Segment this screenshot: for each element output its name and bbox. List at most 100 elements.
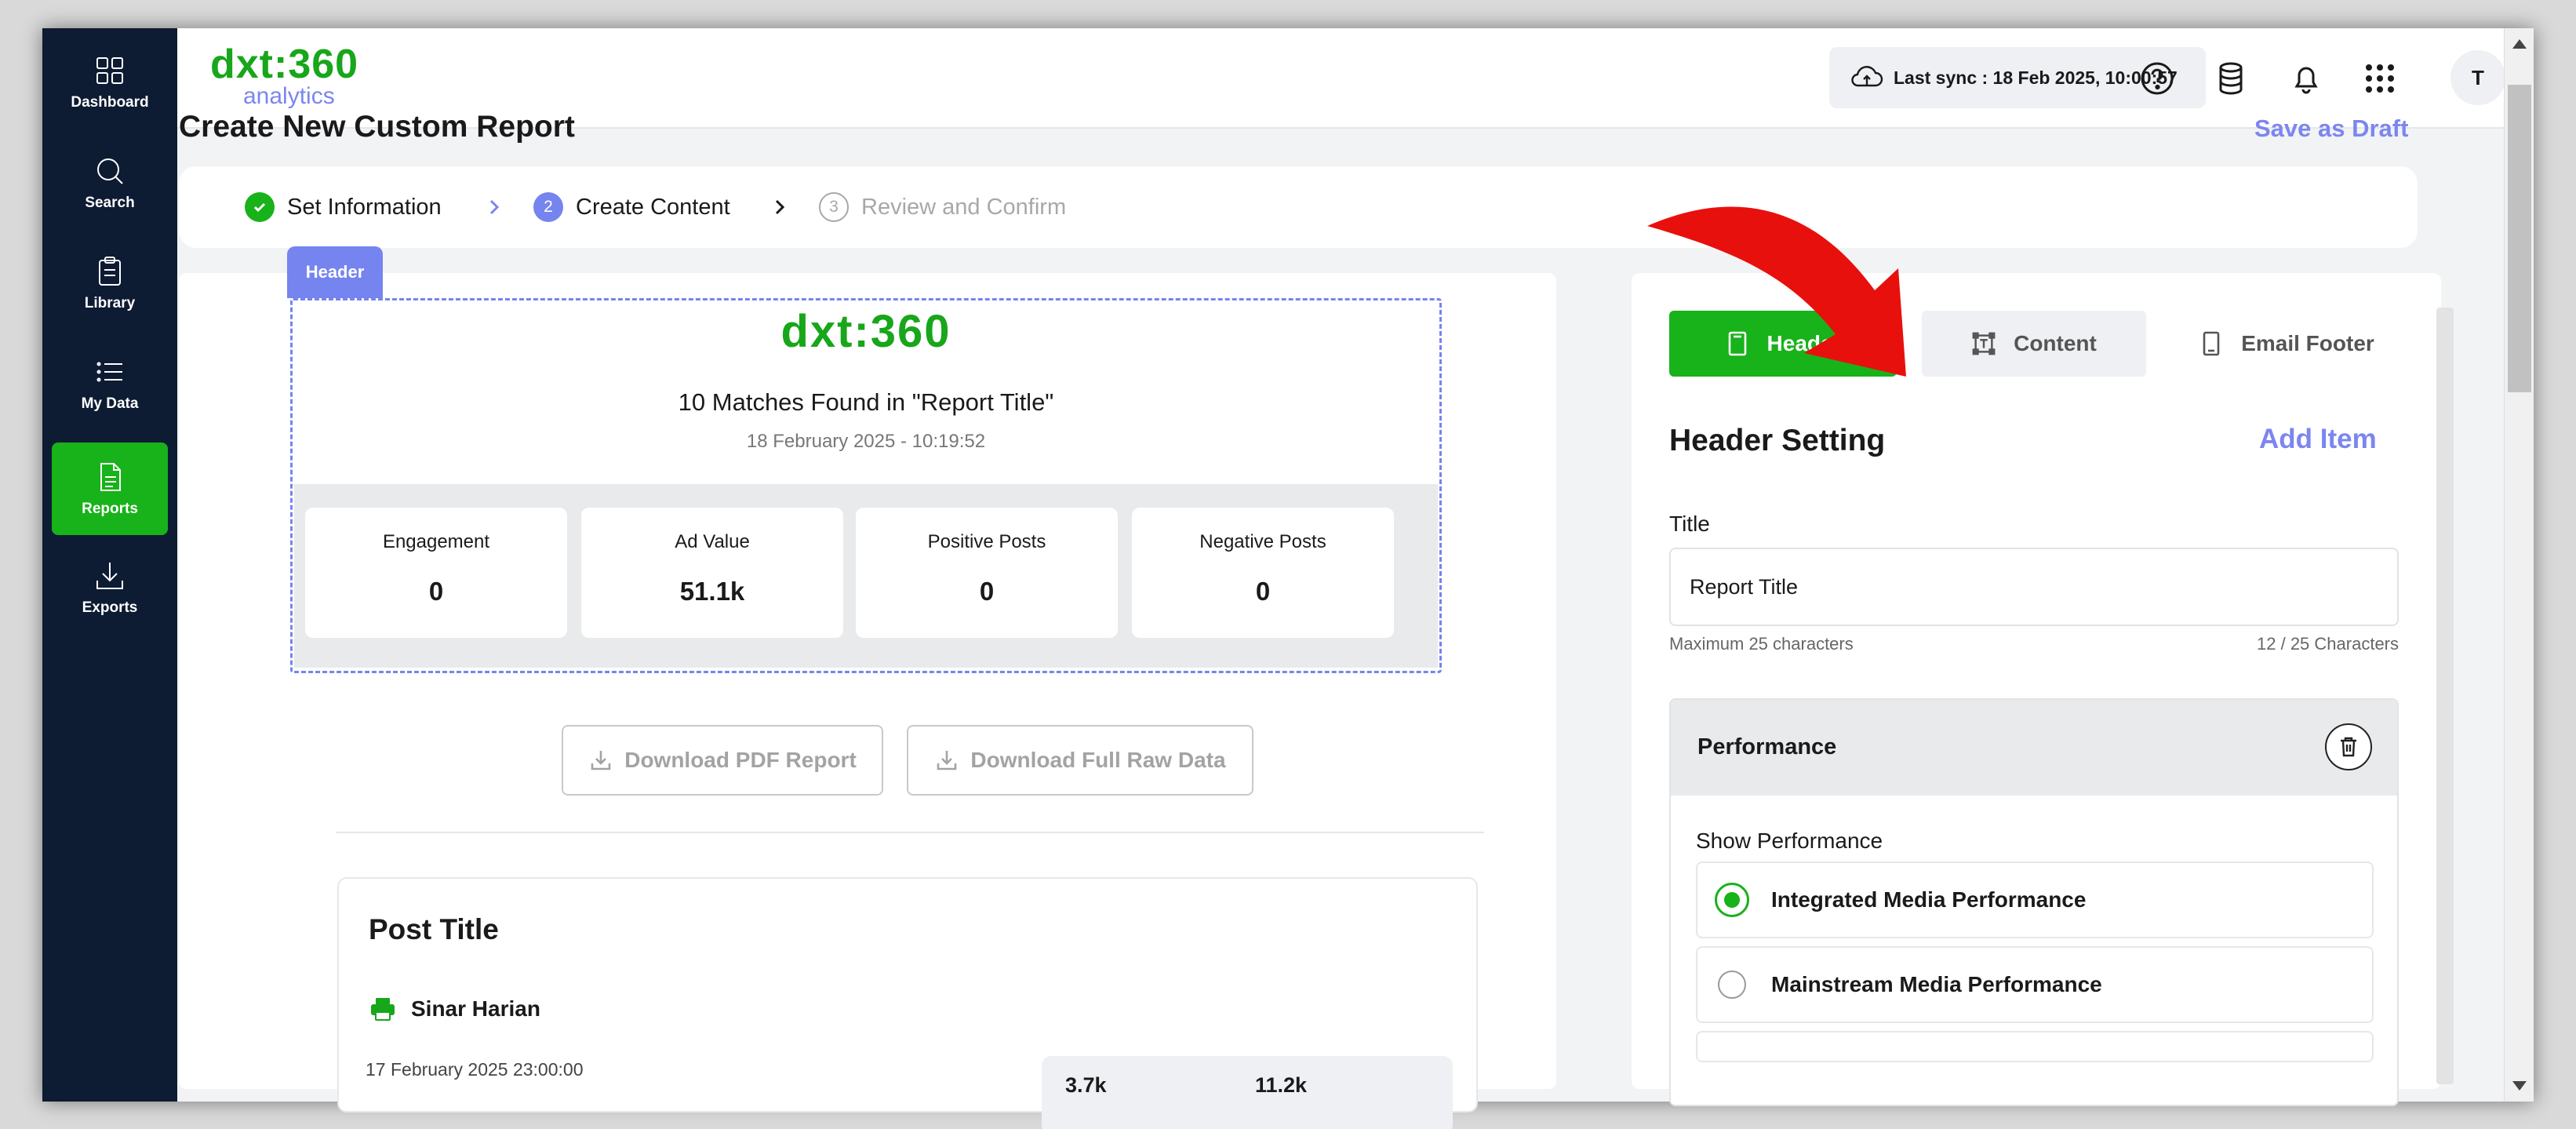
search-icon	[97, 158, 123, 184]
option-label: Integrated Media Performance	[1771, 887, 2087, 912]
stat-label: Engagement	[382, 531, 490, 552]
apps-grid-icon[interactable]	[2361, 60, 2399, 97]
chevron-right-icon	[775, 199, 785, 215]
step-review-and-confirm[interactable]: 3 Review and Confirm	[819, 166, 1066, 248]
step-label: Set Information	[287, 194, 442, 220]
post-metric-value: 3.7k	[1065, 1073, 1107, 1097]
report-timestamp: 18 February 2025 - 10:19:52	[746, 431, 986, 452]
stat-value: 0	[428, 577, 444, 606]
stat-value: 0	[979, 577, 995, 606]
tab-label: Content	[2014, 331, 2097, 355]
post-metrics: 3.7k 11.2k	[1042, 1056, 1453, 1129]
report-match-title: 10 Matches Found in "Report Title"	[678, 388, 1054, 416]
option-mainstream-media-performance[interactable]: Mainstream Media Performance	[1696, 946, 2374, 1023]
show-performance-label: Show Performance	[1696, 829, 1883, 853]
printer-icon	[371, 998, 395, 1021]
post-source-name: Sinar Harian	[411, 996, 540, 1021]
sidebar-item-label: Search	[85, 195, 135, 211]
panel-scrollbar[interactable]	[2436, 308, 2454, 1084]
list-icon	[96, 362, 122, 382]
title-max-hint: Maximum 25 characters	[1669, 634, 1854, 654]
sidebar-item-search[interactable]: Search	[52, 137, 168, 229]
progress-stepper: Set Information 2 Create Content 3 Revie…	[179, 166, 2418, 248]
save-as-draft-link[interactable]: Save as Draft	[2254, 115, 2408, 143]
title-field-label: Title	[1669, 512, 1710, 536]
performance-title: Performance	[1697, 734, 1837, 759]
report-logo: dxt:360	[780, 306, 951, 357]
sidebar: Dashboard Search Library My Data Reports…	[42, 28, 177, 1102]
performance-section: Performance Show Performance Integrated …	[1669, 698, 2399, 1106]
performance-header: Performance	[1671, 700, 2397, 796]
radio-unselected[interactable]	[1718, 971, 1746, 999]
download-icon	[937, 751, 957, 770]
clipboard-icon	[99, 257, 121, 286]
option-label: Mainstream Media Performance	[1771, 972, 2102, 996]
phone-icon	[2203, 331, 2220, 356]
title-input[interactable]	[1669, 548, 2399, 626]
sidebar-item-exports[interactable]: Exports	[52, 541, 168, 634]
step-set-information[interactable]: Set Information	[245, 166, 442, 248]
stat-card-ad-value: Ad Value 51.1k	[581, 508, 843, 638]
database-icon[interactable]	[2212, 60, 2250, 97]
sidebar-item-dashboard[interactable]: Dashboard	[52, 36, 168, 129]
trash-icon	[2341, 737, 2356, 757]
help-icon[interactable]	[2138, 60, 2176, 97]
sidebar-item-label: Dashboard	[71, 94, 149, 111]
option-partial[interactable]	[1696, 1031, 2374, 1062]
post-title: Post Title	[369, 913, 499, 945]
delete-performance-button[interactable]	[2325, 723, 2372, 770]
button-label: Download PDF Report	[624, 748, 857, 772]
step-create-content[interactable]: 2 Create Content	[533, 166, 730, 248]
sidebar-item-label: Exports	[82, 599, 138, 616]
scroll-up-arrow-icon[interactable]	[2512, 39, 2527, 49]
sidebar-item-library[interactable]: Library	[52, 237, 168, 330]
tab-label: Email Footer	[2241, 331, 2374, 355]
chevron-right-icon	[489, 199, 500, 215]
tab-content[interactable]: Content	[1922, 311, 2146, 377]
sidebar-item-reports[interactable]: Reports	[52, 442, 168, 535]
post-metric-value: 11.2k	[1255, 1073, 1308, 1097]
header-preview-section[interactable]: dxt:360 10 Matches Found in "Report Titl…	[290, 298, 1442, 673]
stat-card-negative-posts: Negative Posts 0	[1132, 508, 1394, 638]
annotation-arrow-icon	[1647, 206, 1906, 377]
scrollbar-thumb[interactable]	[2508, 85, 2531, 392]
stat-label: Ad Value	[675, 531, 750, 552]
stat-card-engagement: Engagement 0	[305, 508, 567, 638]
post-card[interactable]: Post Title Sinar Harian 17 February 2025…	[337, 877, 1478, 1129]
sidebar-item-label: Library	[84, 295, 136, 311]
step-number-badge: 2	[533, 192, 563, 222]
download-full-raw-data-button[interactable]: Download Full Raw Data	[907, 725, 1253, 796]
option-integrated-media-performance[interactable]: Integrated Media Performance	[1696, 861, 2374, 938]
post-date: 17 February 2025 23:00:00	[366, 1059, 584, 1080]
cloud-sync-icon	[1851, 66, 1883, 87]
window-scrollbar[interactable]	[2504, 28, 2534, 1102]
user-avatar[interactable]: T	[2450, 50, 2505, 105]
stat-value: 51.1k	[679, 577, 745, 606]
sidebar-item-my-data[interactable]: My Data	[52, 337, 168, 430]
grid-icon	[96, 57, 123, 84]
stat-label: Positive Posts	[927, 531, 1046, 552]
download-icon	[591, 751, 611, 770]
section-divider	[336, 832, 1484, 833]
last-sync-text: Last sync : 18 Feb 2025, 10:00:57	[1894, 67, 2178, 88]
add-item-button[interactable]: Add Item	[2259, 424, 2377, 455]
stat-value: 0	[1255, 577, 1271, 606]
sidebar-item-label: Reports	[82, 501, 138, 517]
post-source: Sinar Harian	[369, 995, 540, 1023]
scroll-down-arrow-icon[interactable]	[2512, 1081, 2527, 1091]
tab-email-footer[interactable]: Email Footer	[2173, 311, 2400, 377]
text-box-icon	[1972, 332, 1996, 355]
header-section-tag[interactable]: Header	[287, 246, 383, 298]
logo-subtitle: analytics	[243, 83, 335, 109]
download-icon	[96, 563, 123, 589]
document-icon	[100, 463, 121, 491]
stat-card-positive-posts: Positive Posts 0	[856, 508, 1118, 638]
stats-row: Engagement 0 Ad Value 51.1k Positive Pos…	[294, 484, 1438, 668]
radio-selected[interactable]	[1715, 883, 1749, 917]
step-number-badge: 3	[819, 192, 849, 222]
bell-icon[interactable]	[2287, 60, 2325, 97]
brand-logo[interactable]: dxt:360 analytics	[210, 44, 358, 108]
step-label: Create Content	[576, 194, 730, 220]
check-circle-icon	[245, 192, 275, 222]
download-pdf-report-button[interactable]: Download PDF Report	[562, 725, 883, 796]
